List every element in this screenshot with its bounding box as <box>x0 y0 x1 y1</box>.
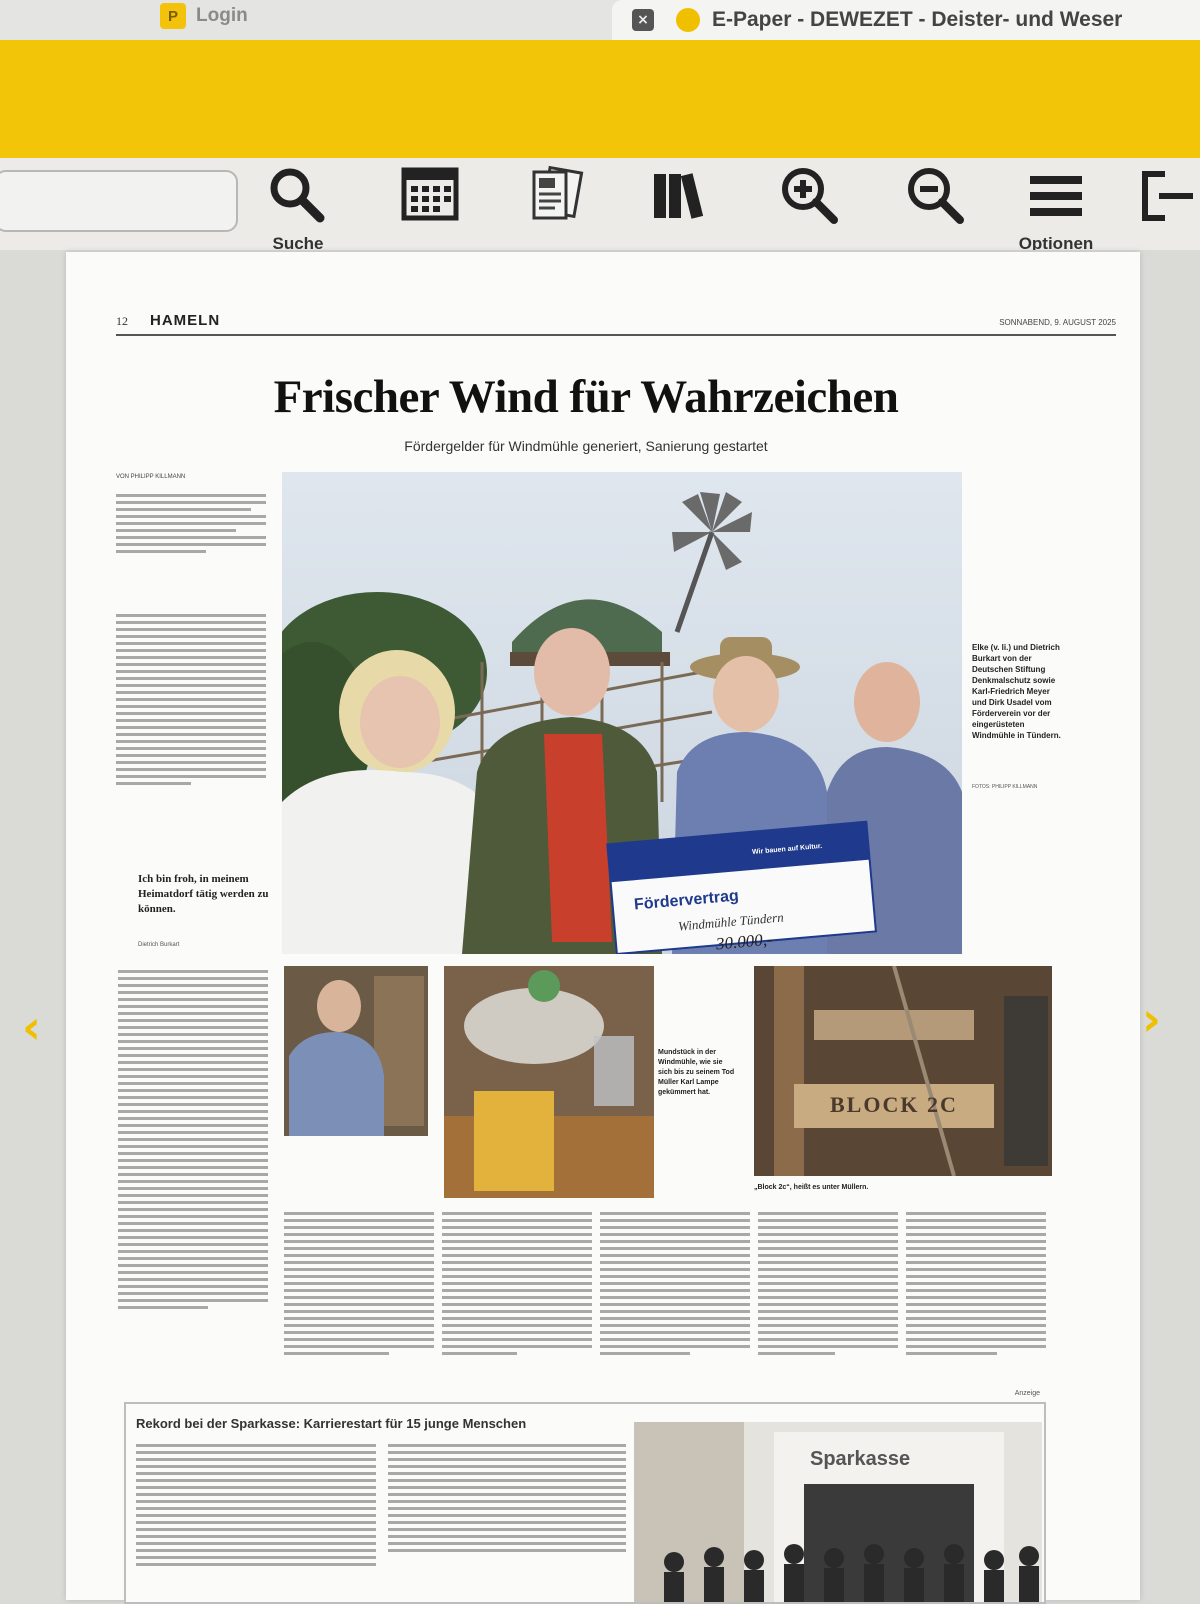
article-column-5 <box>758 1212 898 1359</box>
site-favicon <box>676 8 700 32</box>
mill-machinery-image <box>754 966 1052 1176</box>
page-number: 12 <box>116 314 128 328</box>
browser-tab-strip: P Login × E-Paper - DEWEZET - Deister- u… <box>0 0 1200 40</box>
previous-page-icon[interactable]: ‹ <box>22 1000 41 1054</box>
pull-quote-attribution: Dietrich Burkart <box>138 942 180 948</box>
ad-label: Anzeige <box>1014 1390 1040 1397</box>
newspaper-page[interactable]: 12 HAMELN SONNABEND, 9. AUGUST 2025 Fris… <box>66 252 1140 1604</box>
intro-text-block <box>116 494 266 557</box>
zoom-out-icon <box>908 168 964 224</box>
close-tab-icon[interactable]: × <box>632 9 654 31</box>
logout-button[interactable] <box>1130 162 1200 252</box>
search-button[interactable]: Suche <box>250 162 346 254</box>
miller-photo[interactable] <box>284 966 428 1136</box>
brand-header-bar <box>0 40 1200 158</box>
ad-title: Rekord bei der Sparkasse: Karrierestart … <box>136 1416 527 1431</box>
document-pages-icon <box>532 165 584 220</box>
tab-login-label: Login <box>196 5 248 26</box>
tab-login[interactable]: P Login <box>160 0 248 32</box>
article-column-1 <box>116 614 266 789</box>
article-subheadline: Fördergelder für Windmühle generiert, Sa… <box>404 438 768 454</box>
logout-icon <box>1142 171 1193 221</box>
main-photo[interactable]: Wir bauen auf Kultur. Fördervertrag Wind… <box>282 472 962 954</box>
calendar-button[interactable] <box>382 162 478 252</box>
search-icon <box>270 168 325 223</box>
main-photo-caption: Elke (v. li.) und Dietrich Burkart von d… <box>972 643 1061 740</box>
zoom-out-button[interactable] <box>888 162 984 252</box>
millstone-photo[interactable]: BLOCK 2C <box>754 966 1052 1176</box>
next-page-icon[interactable]: › <box>1142 992 1161 1046</box>
tab-epaper[interactable]: × E-Paper - DEWEZET - Deister- und Weser <box>612 0 1200 40</box>
article-column-1-continued <box>118 970 268 1313</box>
article-column-2 <box>284 1212 434 1359</box>
sparkasse-sign: Sparkasse <box>810 1448 911 1470</box>
viewer-toolbar: Suche Optionen <box>0 158 1200 253</box>
archive-button[interactable] <box>634 162 730 252</box>
tab-epaper-label: E-Paper - DEWEZET - Deister- und Weser <box>712 8 1123 31</box>
article-headline: Frischer Wind für Wahrzeichen <box>273 371 899 423</box>
running-head: 12 HAMELN SONNABEND, 9. AUGUST 2025 <box>116 312 1116 336</box>
sparkasse-group-photo: Sparkasse <box>634 1422 1042 1602</box>
section-name: HAMELN <box>150 312 221 329</box>
windmill-group-photo <box>282 472 962 954</box>
pages-button[interactable] <box>508 162 604 252</box>
article-column-6 <box>906 1212 1046 1359</box>
photo-credit: FOTOS: PHILIPP KILLMANN <box>972 784 1038 790</box>
pull-quote: Ich bin froh, in meinem Heimatdorf tätig… <box>138 873 269 915</box>
miller-portrait-image <box>284 966 428 1136</box>
zoom-in-icon <box>782 168 838 224</box>
millstone-caption: „Block 2c“, heißt es unter Müllern. <box>754 1184 869 1191</box>
calendar-icon <box>401 167 459 221</box>
mill-interior-image <box>444 966 654 1198</box>
options-button[interactable]: Optionen <box>1008 162 1104 254</box>
login-favicon: P <box>160 3 186 29</box>
zoom-in-button[interactable] <box>762 162 858 252</box>
library-icon <box>654 173 704 219</box>
byline: VON PHILIPP KILLMANN <box>116 474 186 480</box>
sparkasse-ad[interactable]: Anzeige Rekord bei der Sparkasse: Karrie… <box>124 1390 1046 1604</box>
mill-detail-photo[interactable] <box>444 966 654 1198</box>
search-input[interactable] <box>0 170 238 232</box>
issue-date: SONNABEND, 9. AUGUST 2025 <box>999 318 1116 327</box>
menu-icon <box>1030 176 1082 216</box>
ad-text-2 <box>388 1444 626 1556</box>
ad-text-1 <box>136 1444 376 1570</box>
mill-detail-caption: Mundstück in der Windmühle, wie sie sich… <box>658 1049 735 1096</box>
article-column-3 <box>442 1212 592 1359</box>
article-column-4 <box>600 1212 750 1359</box>
sign-text: BLOCK 2C <box>830 1092 958 1117</box>
